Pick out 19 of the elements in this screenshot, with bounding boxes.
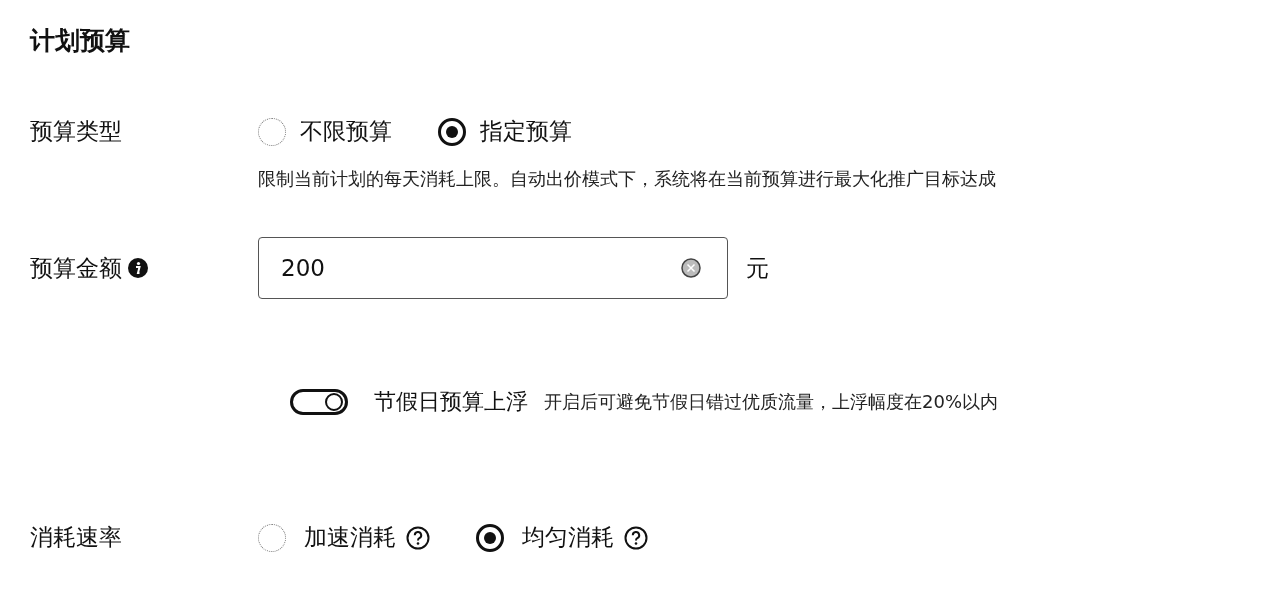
unit-label: 元 [746, 253, 769, 283]
clear-icon[interactable] [681, 258, 701, 278]
help-icon[interactable] [624, 525, 648, 550]
hint-text: 限制当前计划的每天消耗上限。自动出价模式下，系统将在当前预算进行最大化推广目标达成 [258, 167, 996, 191]
field-label: 预算类型 [30, 117, 123, 146]
hint-text: 开启后可避免节假日错过优质流量，上浮幅度在20%以内 [544, 390, 998, 414]
radio-option[interactable]: 指定预算 [438, 116, 572, 147]
radio-icon[interactable] [476, 523, 504, 552]
info-icon[interactable] [128, 258, 148, 278]
budget-input[interactable]: 200 [258, 237, 728, 299]
radio-label[interactable]: 均匀消耗 [522, 522, 614, 553]
help-icon[interactable] [406, 525, 430, 550]
radio-label[interactable]: 加速消耗 [304, 522, 396, 553]
toggle-label: 节假日预算上浮 [374, 388, 528, 416]
radio-option[interactable]: 不限预算 [258, 116, 392, 147]
section-title: 计划预算 [30, 25, 131, 57]
field-label: 预算金额 [30, 253, 122, 283]
toggle-switch[interactable] [290, 389, 348, 415]
field-label: 消耗速率 [30, 523, 123, 552]
